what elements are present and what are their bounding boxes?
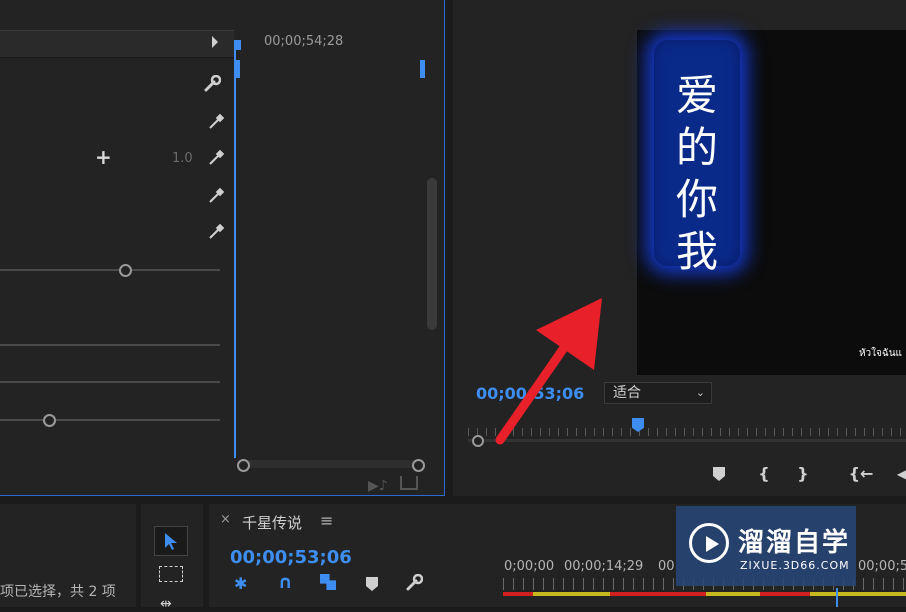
watermark-title: 溜溜自学 [738,528,851,558]
eyedropper-icon[interactable] [206,186,226,206]
eyedropper-icon[interactable] [206,222,226,242]
nest-icon[interactable]: ✱ [234,574,247,593]
wrench-icon[interactable] [202,74,222,94]
effect-playhead[interactable] [234,40,236,458]
slider-knob[interactable] [119,264,132,277]
effect-scrollbar[interactable] [427,178,437,330]
slider-track[interactable] [0,381,220,383]
watermark-logo: 溜溜自学 ZIXUE.3D66.COM [676,506,856,586]
selection-tool-icon[interactable] [154,526,188,556]
lyric-char: 我 [675,227,718,276]
zoom-level-select[interactable]: 适合 ⌄ [604,382,712,404]
lyric-char: 你 [675,175,718,224]
slider-track[interactable] [0,269,220,271]
add-marker-button[interactable] [708,463,730,485]
mark-in-button[interactable]: { [753,462,775,484]
zoom-scroll-track[interactable] [240,460,420,468]
effect-timecode: 00;00;54;28 [264,34,344,49]
clip-end-marker [420,60,425,78]
eyedropper-icon[interactable] [206,148,226,168]
chevron-down-icon: ⌄ [695,386,705,399]
ruler-label: 00 [658,559,675,574]
snap-icon[interactable]: ∩ [278,572,293,593]
timeline-playhead[interactable] [836,588,838,607]
eyedropper-icon[interactable] [206,112,226,132]
annotation-arrow-icon [495,298,602,445]
add-marker-icon[interactable] [366,576,378,595]
expand-arrow-icon[interactable] [212,36,218,48]
render-bar-red [760,592,810,596]
export-icon[interactable] [400,476,418,490]
mark-out-button[interactable]: } [792,462,814,484]
lyric-text: 爱 的 你 我 [654,40,740,276]
zoom-handle-right[interactable] [412,459,425,472]
slider-track[interactable] [0,344,220,346]
ripple-edit-tool-icon[interactable]: ⇹ [160,596,172,612]
video-caption: หัวใจฉันแ [858,348,902,359]
play-icon [706,536,719,552]
render-bar-red [610,592,706,596]
lyric-char: 的 [675,123,718,172]
lyric-char: 爱 [675,71,718,120]
selection-status: 项已选择，共 2 项 [0,584,116,600]
watermark-domain: ZIXUE.3D66.COM [740,559,850,572]
ruler-label: 00;00;59;2 [858,559,906,574]
track-select-tool-icon[interactable] [159,566,183,582]
zoom-handle-left[interactable] [237,459,250,472]
clip-start-marker [236,60,240,78]
slider-knob[interactable] [43,414,56,427]
panel-menu-icon[interactable]: ≡ [320,511,333,530]
add-icon[interactable]: + [95,145,112,169]
effect-playhead-cap[interactable] [234,40,241,50]
timeline-timecode[interactable]: 00;00;53;06 [230,547,352,568]
sequence-tab[interactable]: 千星传说 [242,512,302,533]
audio-solo-icon[interactable]: ▶♪ [368,478,388,494]
slider-track[interactable] [0,419,220,421]
effect-header-row[interactable] [0,30,234,58]
play-logo-icon [689,523,729,563]
timeline-settings-wrench-icon[interactable] [405,573,424,596]
opacity-value[interactable]: 1.0 [172,151,193,166]
step-back-button[interactable]: ◀ [892,462,906,484]
ruler-label: 00;00;14;29 [564,559,644,574]
go-to-in-button[interactable]: {← [849,462,874,484]
effect-controls-panel [0,0,445,496]
close-icon[interactable]: × [220,512,231,527]
render-bar-red [503,592,533,596]
lyric-title-overlay: 爱 的 你 我 [654,40,740,276]
ruler-label: 0;00;00 [504,559,555,574]
scrub-zoom-handle[interactable] [472,435,484,447]
